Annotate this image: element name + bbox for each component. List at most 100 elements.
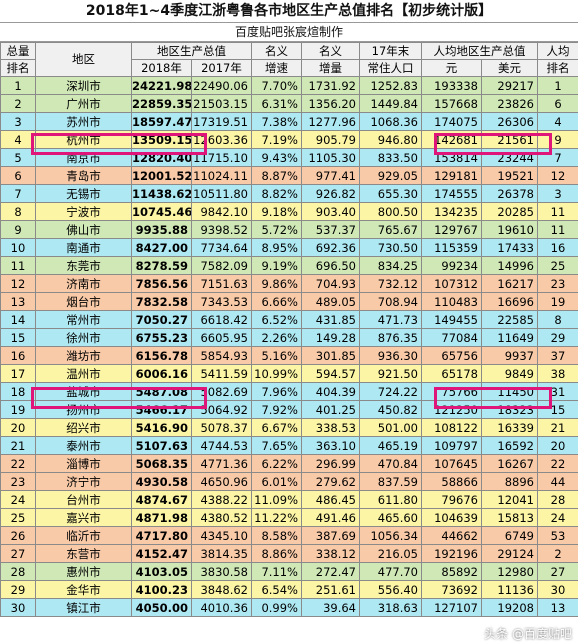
cell-pcr: 24 <box>537 508 578 527</box>
cell-pcu: 19521 <box>481 166 538 185</box>
cell-rank: 22 <box>0 454 36 473</box>
cell-growth: 5.72% <box>251 220 302 239</box>
cell-g17: 6618.42 <box>191 310 252 329</box>
cell-city: 临沂市 <box>35 526 132 545</box>
cell-rank: 14 <box>0 310 36 329</box>
cell-rank: 13 <box>0 292 36 311</box>
cell-g18: 4874.67 <box>131 490 192 509</box>
cell-g18: 8427.00 <box>131 238 192 257</box>
cell-rank: 16 <box>0 346 36 365</box>
cell-pcr: 27 <box>537 562 578 581</box>
increase-header-top: 名义 <box>301 42 360 60</box>
cell-g18: 10745.46 <box>131 202 192 221</box>
cell-pop: 765.67 <box>359 220 422 239</box>
cell-pop: 833.50 <box>359 148 422 167</box>
cell-rank: 5 <box>0 148 36 167</box>
cell-pop: 946.80 <box>359 130 422 149</box>
cell-inc: 387.69 <box>301 526 360 545</box>
cell-pcu: 21561 <box>481 130 538 149</box>
cell-pcr: 21 <box>537 418 578 437</box>
cell-growth: 8.86% <box>251 544 302 563</box>
cell-g18: 24221.98 <box>131 76 192 95</box>
watermark-text: 头条 @百度贴吧 <box>484 627 572 641</box>
cell-city: 潍坊市 <box>35 346 132 365</box>
cell-pop: 1449.84 <box>359 94 422 113</box>
cell-growth: 7.11% <box>251 562 302 581</box>
cell-g18: 8278.59 <box>131 256 192 275</box>
cell-pcu: 23826 <box>481 94 538 113</box>
cell-city: 泰州市 <box>35 436 132 455</box>
table-row: 28 惠州市 4103.05 3830.58 7.11% 272.47 477.70 8589… <box>0 562 578 581</box>
cell-pop: 465.19 <box>359 436 422 455</box>
cell-pcy: 129181 <box>421 166 482 185</box>
cell-growth: 11.09% <box>251 490 302 509</box>
cell-growth: 8.87% <box>251 166 302 185</box>
cell-inc: 338.53 <box>301 418 360 437</box>
per-capita-yuan-header: 元 <box>421 59 482 77</box>
cell-pop: 1068.36 <box>359 112 422 131</box>
per-capita-rank-header-bottom: 排名 <box>537 59 578 77</box>
cell-city: 济宁市 <box>35 472 132 491</box>
cell-pop: 730.50 <box>359 238 422 257</box>
cell-growth: 7.96% <box>251 382 302 401</box>
cell-rank: 8 <box>0 202 36 221</box>
cell-pcy: 77084 <box>421 328 482 347</box>
cell-growth: 5.16% <box>251 346 302 365</box>
cell-pcu: 29217 <box>481 76 538 95</box>
cell-rank: 26 <box>0 526 36 545</box>
cell-pcr: 11 <box>537 220 578 239</box>
cell-rank: 30 <box>0 598 36 617</box>
cell-pcy: 44662 <box>421 526 482 545</box>
cell-pop: 837.59 <box>359 472 422 491</box>
cell-pcy: 99234 <box>421 256 482 275</box>
cell-inc: 251.61 <box>301 580 360 599</box>
cell-inc: 977.41 <box>301 166 360 185</box>
cell-rank: 29 <box>0 580 36 599</box>
cell-pop: 921.50 <box>359 364 422 383</box>
cell-rank: 20 <box>0 418 36 437</box>
gdp-ranking-table: 总量 地区 地区生产总值 名义 名义 17年末 人均地区生产总值 人均 排名 2… <box>0 42 578 617</box>
cell-g18: 4100.23 <box>131 580 192 599</box>
cell-city: 徐州市 <box>35 328 132 347</box>
cell-inc: 905.79 <box>301 130 360 149</box>
cell-pcy: 75766 <box>421 382 482 401</box>
cell-pcu: 12980 <box>481 562 538 581</box>
rank-header-bottom: 排名 <box>0 59 36 77</box>
cell-pcy: 115359 <box>421 238 482 257</box>
cell-g17: 4771.36 <box>191 454 252 473</box>
cell-pop: 1056.34 <box>359 526 422 545</box>
cell-pcr: 7 <box>537 148 578 167</box>
gdp-group-header: 地区生产总值 <box>131 42 252 60</box>
cell-pcu: 9849 <box>481 364 538 383</box>
cell-pcu: 14996 <box>481 256 538 275</box>
cell-g17: 5854.93 <box>191 346 252 365</box>
cell-g17: 4388.22 <box>191 490 252 509</box>
cell-pcy: 107312 <box>421 274 482 293</box>
cell-pcu: 16592 <box>481 436 538 455</box>
cell-g18: 5487.08 <box>131 382 192 401</box>
cell-city: 镇江市 <box>35 598 132 617</box>
cell-pcu: 23244 <box>481 148 538 167</box>
cell-rank: 2 <box>0 94 36 113</box>
cell-pop: 216.05 <box>359 544 422 563</box>
cell-pcy: 174075 <box>421 112 482 131</box>
cell-pcr: 3 <box>537 184 578 203</box>
cell-g17: 17319.51 <box>191 112 252 131</box>
table-title: 2018年1~4季度江浙粤鲁各市地区生产总值排名【初步统计版】 <box>0 0 578 23</box>
cell-rank: 19 <box>0 400 36 419</box>
cell-rank: 4 <box>0 130 36 149</box>
table-row: 26 临沂市 4717.80 4345.10 8.58% 387.69 1056.34 446… <box>0 526 578 545</box>
cell-pcr: 8 <box>537 310 578 329</box>
cell-g18: 6755.23 <box>131 328 192 347</box>
cell-growth: 7.65% <box>251 436 302 455</box>
cell-g17: 4010.36 <box>191 598 252 617</box>
cell-pcu: 6749 <box>481 526 538 545</box>
cell-pop: 450.82 <box>359 400 422 419</box>
cell-pcy: 109797 <box>421 436 482 455</box>
population-header-bottom: 常住人口 <box>359 59 422 77</box>
cell-pcr: 11 <box>537 202 578 221</box>
cell-inc: 39.64 <box>301 598 360 617</box>
table-row: 13 烟台市 7832.58 7343.53 6.66% 489.05 708.94 1104… <box>0 292 578 311</box>
cell-rank: 12 <box>0 274 36 293</box>
cell-inc: 296.99 <box>301 454 360 473</box>
